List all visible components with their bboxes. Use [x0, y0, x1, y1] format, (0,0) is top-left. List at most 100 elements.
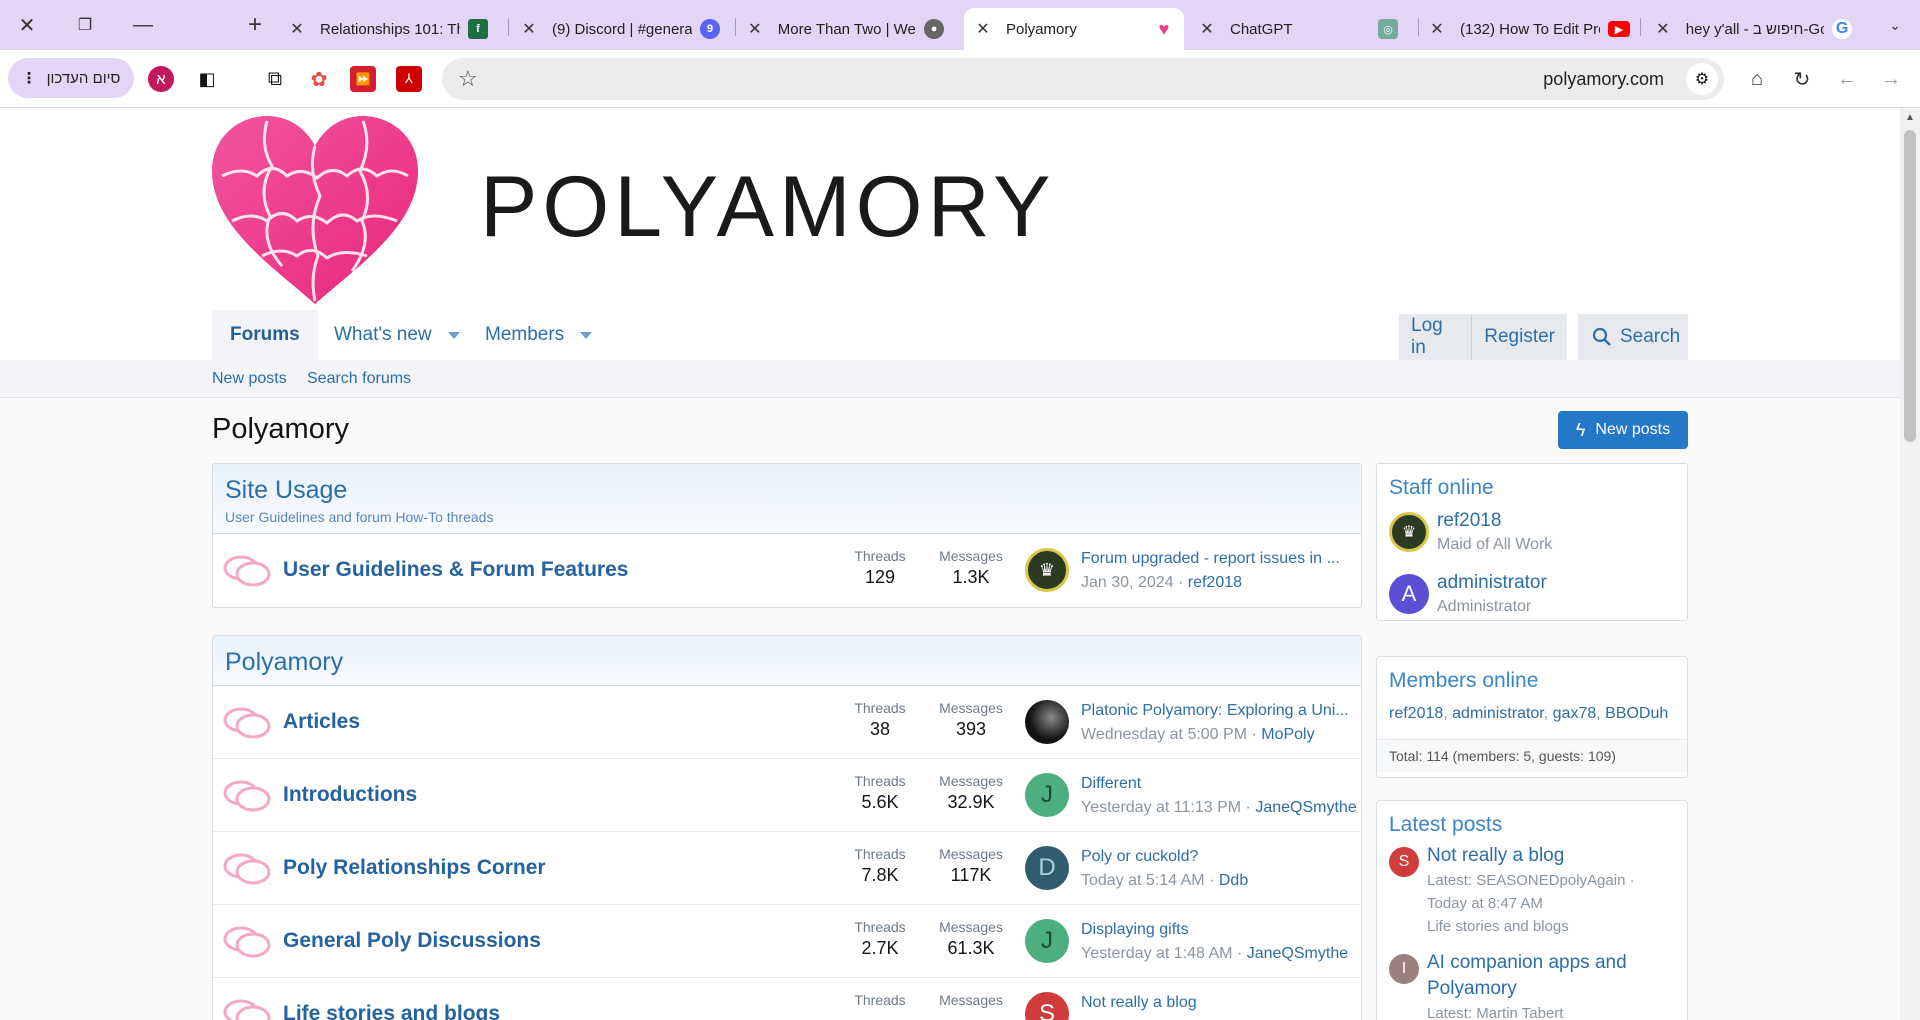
latest-user-link[interactable]: JaneQSmythe	[1255, 799, 1356, 816]
dropdown-caret-icon[interactable]	[447, 331, 460, 339]
dropdown-caret-icon[interactable]	[580, 331, 593, 339]
staff-online-title[interactable]: Staff online	[1377, 464, 1687, 506]
avatar[interactable]: A	[1389, 574, 1429, 614]
restore-window-icon[interactable]: ❐	[70, 10, 100, 40]
forward-arrow-icon[interactable]: →	[1878, 66, 1904, 92]
update-profile-button[interactable]: ⋮ סיום העדכון	[8, 58, 134, 98]
members-online-title[interactable]: Members online	[1377, 657, 1687, 699]
back-arrow-icon[interactable]: ←	[1834, 66, 1860, 92]
reload-icon[interactable]: ↻	[1789, 66, 1815, 92]
browser-toolbar: ⋮ סיום העדכון א ◧ ⧉ ✿ ⏩ ⅄ ☆ polyamory.co…	[0, 50, 1920, 108]
pdf-extension-icon[interactable]: ⅄	[396, 66, 422, 92]
close-window-icon[interactable]: ✕	[12, 10, 42, 40]
threads-stat: Threads 2.7K	[854, 919, 906, 958]
latest-meta: Yesterday at 1:48 AM · JaneQSmythe	[1081, 945, 1349, 962]
latest-thread-link[interactable]: Forum upgraded - report issues in ...	[1081, 550, 1356, 568]
latest-post-title-link[interactable]: AI companion apps and Polyamory	[1427, 950, 1679, 1002]
latest-thread-link[interactable]: Platonic Polyamory: Exploring a Uni...	[1081, 702, 1356, 720]
avatar[interactable]	[1025, 700, 1069, 744]
tab-search-chevron-icon[interactable]: ⌄	[1880, 10, 1910, 40]
new-posts-link[interactable]: New posts	[212, 370, 287, 388]
avatar[interactable]: S	[1025, 992, 1069, 1020]
latest-thread-link[interactable]: Different	[1081, 775, 1356, 793]
avatar[interactable]: I	[1389, 954, 1419, 984]
search-button[interactable]: Search	[1578, 314, 1688, 360]
search-forums-link[interactable]: Search forums	[307, 370, 411, 388]
forum-row: User Guidelines & Forum Features Threads…	[213, 534, 1361, 607]
online-member-link[interactable]: BBODuh	[1605, 705, 1668, 722]
latest-user-link[interactable]: JaneQSmythe	[1247, 945, 1348, 962]
online-member-link[interactable]: administrator	[1452, 705, 1544, 722]
close-tab-icon[interactable]: ✕	[972, 19, 994, 39]
latest-thread-link[interactable]: Displaying gifts	[1081, 921, 1356, 939]
avatar[interactable]: ♛	[1025, 548, 1069, 592]
new-tab-icon[interactable]: +	[240, 10, 270, 40]
close-tab-icon[interactable]: ✕	[1426, 19, 1448, 39]
color-wheel-extension-icon[interactable]: ✿	[306, 66, 332, 92]
category-title[interactable]: Polyamory	[225, 648, 1349, 677]
register-button[interactable]: Register	[1472, 326, 1567, 348]
latest-thread-link[interactable]: Not really a blog	[1081, 994, 1356, 1012]
page-scrollbar[interactable]: ▲	[1900, 108, 1920, 1020]
site-settings-icon[interactable]: ⚙	[1686, 63, 1718, 95]
puzzle-heart-logo-icon[interactable]	[212, 116, 418, 306]
close-tab-icon[interactable]: ✕	[1652, 19, 1674, 39]
avatar[interactable]: J	[1025, 773, 1069, 817]
forum-title[interactable]: Poly Relationships Corner	[283, 856, 546, 880]
new-posts-button[interactable]: ϟ New posts	[1558, 411, 1688, 449]
nav-tab-whats-new[interactable]: What's new	[316, 310, 478, 360]
browser-tab[interactable]: ✕ ChatGPT ◎	[1196, 8, 1406, 50]
scroll-up-arrow-icon[interactable]: ▲	[1905, 112, 1915, 123]
forum-title[interactable]: Introductions	[283, 783, 417, 807]
browser-tab-active[interactable]: ✕ Polyamory ♥	[964, 8, 1184, 50]
home-icon[interactable]: ⌂	[1744, 66, 1770, 92]
browser-tab[interactable]: ✕ More Than Two | We ●	[744, 8, 945, 50]
site-logo-text[interactable]: POLYAMORY	[480, 158, 1056, 257]
forum-row: General Poly Discussions Threads 2.7K Mes…	[213, 905, 1361, 978]
latest-thread-link[interactable]: Poly or cuckold?	[1081, 848, 1356, 866]
latest-meta: Yesterday at 11:13 PM · JaneQSmythe	[1081, 799, 1357, 816]
avatar[interactable]: J	[1025, 919, 1069, 963]
media-extension-icon[interactable]: ⏩	[350, 66, 376, 92]
avatar[interactable]: S	[1389, 847, 1419, 877]
browser-tab[interactable]: ✕ hey y'all - חיפוש ב-Go G	[1652, 8, 1853, 50]
avatar[interactable]: ♛	[1389, 512, 1429, 552]
login-button[interactable]: Log in	[1399, 315, 1473, 359]
latest-post-title-link[interactable]: Not really a blog	[1427, 843, 1679, 869]
messages-stat: Messages 393	[939, 700, 1003, 739]
close-tab-icon[interactable]: ✕	[286, 19, 308, 39]
online-member-link[interactable]: ref2018	[1389, 705, 1443, 722]
close-tab-icon[interactable]: ✕	[1196, 19, 1218, 39]
forum-row: Life stories and blogs Threads Messages …	[213, 978, 1361, 1020]
latest-user-link[interactable]: ref2018	[1188, 574, 1242, 591]
forum-title[interactable]: Articles	[283, 710, 360, 734]
avatar[interactable]: D	[1025, 846, 1069, 890]
nav-tab-members[interactable]: Members	[467, 310, 610, 360]
sidebar-toggle-icon[interactable]: ◧	[194, 66, 220, 92]
scrollbar-thumb[interactable]	[1904, 130, 1916, 442]
category-title[interactable]: Site Usage	[225, 476, 1349, 505]
forum-title[interactable]: General Poly Discussions	[283, 929, 541, 953]
latest-user-link[interactable]: Ddb	[1219, 872, 1248, 889]
latest-posts-title[interactable]: Latest posts	[1377, 801, 1687, 843]
minimize-window-icon[interactable]: —	[128, 10, 158, 40]
close-tab-icon[interactable]: ✕	[744, 19, 766, 39]
threads-stat: Threads 5.6K	[854, 773, 906, 812]
latest-meta: Jan 30, 2024 · ref2018	[1081, 574, 1243, 591]
member-name-link[interactable]: ref2018	[1437, 510, 1501, 532]
forum-title[interactable]: Life stories and blogs	[283, 1002, 500, 1020]
nav-tab-forums[interactable]: Forums	[212, 310, 318, 360]
forum-title[interactable]: User Guidelines & Forum Features	[283, 558, 628, 582]
online-member-link[interactable]: gax78	[1553, 705, 1597, 722]
extensions-puzzle-icon[interactable]: ⧉	[262, 66, 288, 92]
bookmark-star-icon[interactable]: ☆	[458, 66, 478, 92]
latest-meta: Today at 5:14 AM · Ddb	[1081, 872, 1249, 889]
latest-user-link[interactable]: MoPoly	[1261, 726, 1314, 743]
profile-avatar[interactable]: א	[148, 66, 174, 92]
close-tab-icon[interactable]: ✕	[518, 19, 540, 39]
member-name-link[interactable]: administrator	[1437, 572, 1547, 594]
browser-tab[interactable]: ✕ Relationships 101: Th f	[286, 8, 496, 50]
address-bar[interactable]: ☆ polyamory.com ⚙	[442, 58, 1724, 100]
browser-tab[interactable]: ✕ (132) How To Edit Pro ▶	[1426, 8, 1630, 50]
browser-tab[interactable]: ✕ (9) Discord | #genera 9	[518, 8, 723, 50]
